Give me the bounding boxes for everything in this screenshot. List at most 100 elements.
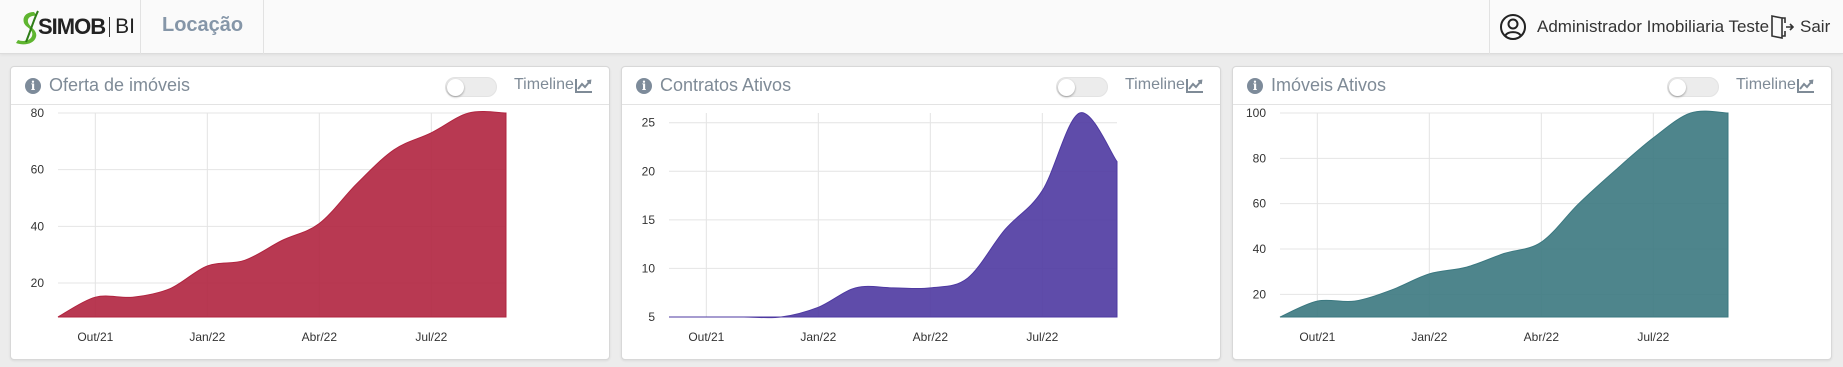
data-point [1315,299,1319,303]
timeline-label: Timeline [1125,76,1185,93]
user-menu[interactable]: Administrador Imobiliaria Teste [1499,12,1769,42]
y-tick-label: 60 [1253,197,1267,211]
data-point [205,264,209,268]
data-point [1577,202,1581,206]
data-point [667,315,671,319]
card-header: i Oferta de imóveis Timeline [11,67,609,105]
x-tick-label: Out/21 [688,330,724,344]
data-point [1078,111,1082,115]
x-tick-label: Out/21 [1299,330,1335,344]
data-point [467,111,471,115]
contratos-area-chart: 5 10 15 20 25 Out/21 Jan/22 Abr/22 Jul/22 [642,111,1119,344]
timeline-link[interactable]: Timeline [1125,76,1204,94]
data-point [928,286,932,290]
toggle-knob [1058,79,1075,96]
y-tick-label: 5 [648,310,655,324]
oferta-area-chart: 20 40 60 80 Out/21 Jan/22 Abr/22 Jul/22 [31,106,507,344]
x-tick-label: Abr/22 [913,330,949,344]
card-imoveis-ativos: i Imóveis Ativos Timeline 20 40 60 80 100 Out… [1232,66,1832,360]
x-tick-label: Jul/22 [415,330,447,344]
data-point [1115,160,1119,164]
x-tick-label: Abr/22 [1524,330,1560,344]
card-title: Contratos Ativos [660,75,792,95]
data-point [243,258,247,262]
card-oferta-imoveis: i Oferta de imóveis Timeline 20 40 60 80 Out… [10,66,610,360]
header-divider [263,0,264,54]
data-point [1614,168,1618,172]
data-point [392,148,396,152]
data-point [1651,136,1655,140]
line-chart-icon [1185,78,1203,93]
area-series [57,111,507,318]
data-point [1726,111,1730,115]
x-tick-label: Jan/22 [189,330,225,344]
line-chart-icon [1796,78,1814,93]
timeline-toggle[interactable] [1056,77,1108,97]
data-point [1278,315,1282,319]
y-tick-label: 20 [31,276,45,290]
top-navbar: SIMOB BI Locação Administrador Imobiliar… [0,0,1843,54]
data-point [1502,252,1506,256]
x-tick-label: Abr/22 [302,330,338,344]
x-tick-label: Jan/22 [1411,330,1447,344]
data-point [704,315,708,319]
y-tick-label: 80 [31,106,45,120]
timeline-toggle[interactable] [1667,77,1719,97]
card-contratos-ativos: i Contratos Ativos Timeline 5 10 15 20 25 Out… [621,66,1221,360]
logo-divider [109,17,111,37]
data-point [280,239,284,243]
info-icon[interactable]: i [25,78,41,94]
y-tick-label: 20 [642,164,656,178]
data-point [131,295,135,299]
y-tick-label: 60 [31,163,45,177]
data-point [1539,240,1543,244]
timeline-toggle[interactable] [445,77,497,97]
card-title: Oferta de imóveis [49,75,191,95]
x-tick-label: Jul/22 [1637,330,1669,344]
simob-bi-logo[interactable]: SIMOB BI [14,8,138,46]
timeline-link[interactable]: Timeline [514,76,593,94]
y-tick-label: 40 [1253,242,1267,256]
logout-button[interactable]: Sair [1770,12,1830,42]
card-header: i Imóveis Ativos Timeline [1233,67,1831,105]
x-tick-label: Out/21 [77,330,113,344]
data-point [56,315,60,319]
toggle-knob [447,79,464,96]
y-tick-label: 25 [642,116,656,130]
y-tick-label: 15 [642,213,656,227]
data-point [93,295,97,299]
data-point [1689,111,1693,115]
logout-label: Sair [1800,17,1831,36]
data-point [742,315,746,319]
toggle-knob [1669,79,1686,96]
line-chart-icon [574,78,592,93]
data-point [1465,265,1469,269]
card-title: Imóveis Ativos [1271,75,1387,95]
data-point [1390,288,1394,292]
data-point [1353,299,1357,303]
data-point [779,315,783,319]
section-title[interactable]: Locação [162,14,243,37]
header-divider [140,0,141,54]
user-circle-icon [1500,14,1526,40]
imoveis-area-chart: 20 40 60 80 100 Out/21 Jan/22 Abr/22 Jul/22 [1246,106,1730,344]
data-point [168,287,172,291]
y-tick-label: 40 [31,219,45,233]
data-point [816,305,820,309]
header-divider [1489,0,1490,54]
info-icon[interactable]: i [1247,78,1263,94]
y-tick-label: 80 [1253,151,1267,165]
data-point [854,286,858,290]
y-tick-label: 100 [1246,106,1266,120]
info-icon[interactable]: i [636,78,652,94]
x-tick-label: Jul/22 [1026,330,1058,344]
user-name: Administrador Imobiliaria Teste [1537,17,1770,36]
card-header: i Contratos Ativos Timeline [622,67,1220,105]
area-series [1279,110,1729,318]
y-tick-label: 10 [642,261,656,275]
logo-text: SIMOB [38,14,106,39]
data-point [1427,272,1431,276]
data-point [317,222,321,226]
logo-suffix: BI [115,15,135,38]
timeline-link[interactable]: Timeline [1736,76,1815,94]
